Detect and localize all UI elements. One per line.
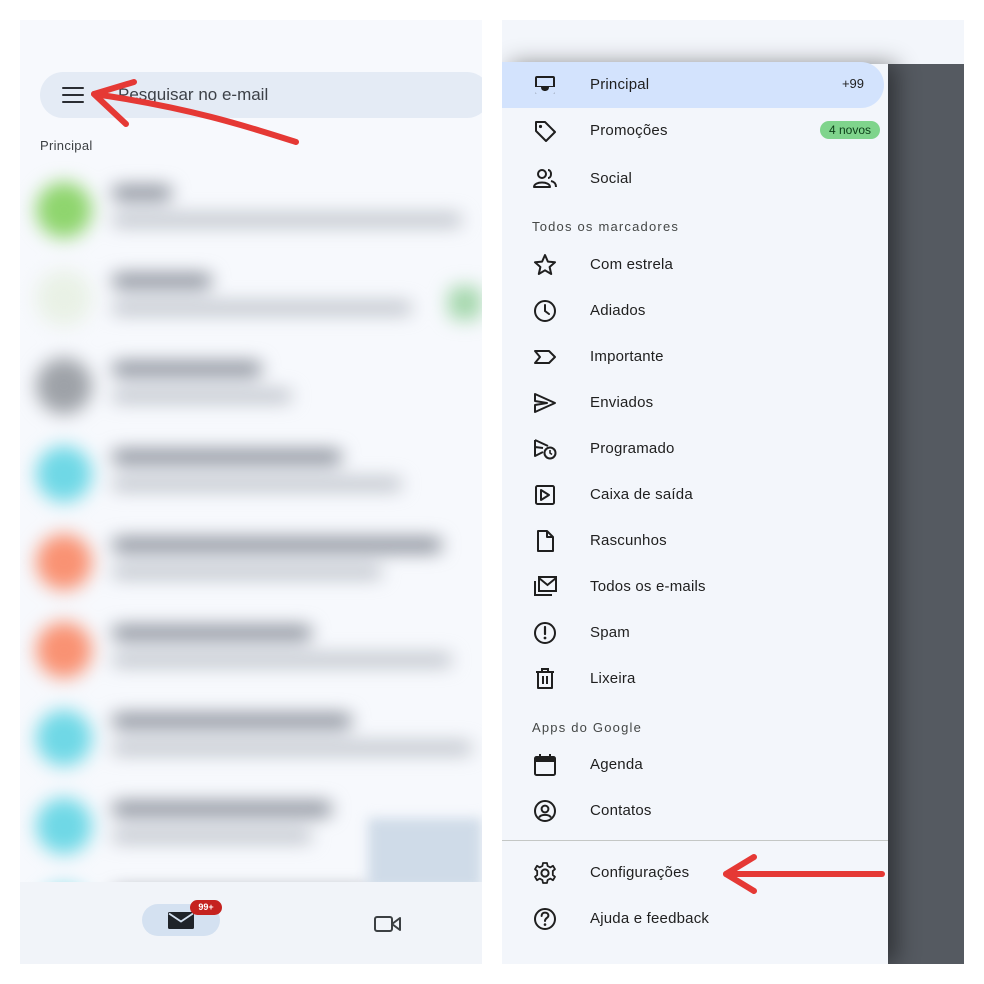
- list-item[interactable]: [20, 168, 482, 254]
- trash-icon: [532, 666, 558, 692]
- drawer-item-configuracoes[interactable]: Configurações: [502, 850, 888, 896]
- unread-count-badge: 99+: [190, 900, 222, 915]
- list-item[interactable]: [20, 520, 482, 606]
- drawer-item-label: Todos os e-mails: [590, 578, 706, 595]
- gmail-inbox-screen: Principal: [20, 20, 482, 964]
- scheduled-send-icon: [532, 436, 558, 462]
- drawer-item-label: Enviados: [590, 394, 654, 411]
- drawer-item-label: Programado: [590, 440, 675, 457]
- scrim-overlay[interactable]: [884, 64, 964, 964]
- contacts-icon: [532, 798, 558, 824]
- section-header-google-apps: Apps do Google: [532, 720, 643, 735]
- navigation-drawer: Principal +99 Promoções 4 novos Social T…: [502, 62, 888, 964]
- hamburger-menu-icon[interactable]: [62, 87, 84, 104]
- drawer-item-label: Principal: [590, 76, 650, 93]
- search-bar[interactable]: [40, 72, 482, 118]
- section-header-labels: Todos os marcadores: [532, 219, 680, 234]
- all-mail-icon: [532, 574, 558, 600]
- drawer-item-caixa-de-saida[interactable]: Caixa de saída: [502, 472, 888, 518]
- drawer-item-label: Caixa de saída: [590, 486, 693, 503]
- drawer-item-label: Importante: [590, 348, 664, 365]
- drawer-item-label: Contatos: [590, 802, 652, 819]
- drawer-item-lixeira[interactable]: Lixeira: [502, 656, 888, 702]
- send-icon: [532, 390, 558, 416]
- inbox-icon: [532, 72, 558, 98]
- drawer-item-promocoes[interactable]: Promoções 4 novos: [502, 108, 888, 154]
- list-item[interactable]: [20, 344, 482, 430]
- drawer-item-adiados[interactable]: Adiados: [502, 288, 888, 334]
- drawer-item-agenda[interactable]: Agenda: [502, 742, 888, 788]
- list-item[interactable]: [20, 432, 482, 518]
- drawer-item-enviados[interactable]: Enviados: [502, 380, 888, 426]
- drawer-item-label: Agenda: [590, 756, 643, 773]
- drawer-item-rascunhos[interactable]: Rascunhos: [502, 518, 888, 564]
- compose-button-blurred[interactable]: [368, 818, 482, 890]
- email-list-blurred: [20, 168, 482, 942]
- drawer-item-importante[interactable]: Importante: [502, 334, 888, 380]
- drawer-item-principal[interactable]: Principal +99: [502, 62, 884, 108]
- outbox-icon: [532, 482, 558, 508]
- drawer-item-social[interactable]: Social: [502, 156, 888, 202]
- video-camera-icon[interactable]: [374, 915, 402, 933]
- gmail-drawer-screen: Principal +99 Promoções 4 novos Social T…: [502, 20, 964, 964]
- drawer-item-label: Adiados: [590, 302, 646, 319]
- star-icon: [532, 252, 558, 278]
- drawer-item-label: Lixeira: [590, 670, 636, 687]
- list-item[interactable]: [20, 256, 482, 342]
- help-icon: [532, 906, 558, 932]
- important-icon: [532, 344, 558, 370]
- drawer-item-contatos[interactable]: Contatos: [502, 788, 888, 834]
- search-input[interactable]: [118, 81, 458, 109]
- calendar-icon: [532, 752, 558, 778]
- drawer-item-programado[interactable]: Programado: [502, 426, 888, 472]
- clock-icon: [532, 298, 558, 324]
- drawer-item-label: Rascunhos: [590, 532, 667, 549]
- people-icon: [532, 166, 558, 192]
- tag-icon: [532, 118, 558, 144]
- list-item[interactable]: [20, 608, 482, 694]
- spam-icon: [532, 620, 558, 646]
- mail-tab[interactable]: 99+: [142, 900, 222, 936]
- drawer-item-label: Configurações: [590, 864, 690, 881]
- gear-icon: [532, 860, 558, 886]
- drawer-item-com-estrela[interactable]: Com estrela: [502, 242, 888, 288]
- drawer-item-label: Com estrela: [590, 256, 674, 273]
- drawer-item-ajuda-e-feedback[interactable]: Ajuda e feedback: [502, 896, 888, 942]
- inbox-section-label: Principal: [40, 138, 93, 153]
- divider: [502, 840, 888, 841]
- drawer-item-todos-os-emails[interactable]: Todos os e-mails: [502, 564, 888, 610]
- draft-icon: [532, 528, 558, 554]
- drawer-item-spam[interactable]: Spam: [502, 610, 888, 656]
- new-count-badge: 4 novos: [819, 121, 880, 139]
- drawer-item-label: Promoções: [590, 122, 668, 139]
- mail-icon: [168, 912, 194, 929]
- drawer-item-label: Social: [590, 170, 633, 187]
- drawer-item-label: Ajuda e feedback: [590, 910, 710, 927]
- drawer-item-label: Spam: [590, 624, 630, 641]
- bottom-navigation: 99+: [20, 882, 482, 964]
- list-item[interactable]: [20, 696, 482, 782]
- unread-count: +99: [841, 76, 864, 91]
